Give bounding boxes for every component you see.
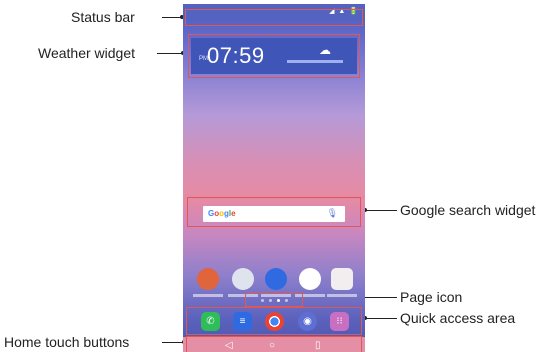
app-label	[193, 294, 223, 297]
label-home-touch-buttons: Home touch buttons	[4, 334, 130, 350]
app-icon-play-store[interactable]	[299, 268, 321, 290]
highlight-status-bar	[185, 9, 363, 26]
label-page-icon: Page icon	[400, 289, 463, 305]
highlight-page-icon	[245, 293, 303, 307]
leader-google-search-widget	[365, 210, 397, 211]
app-icon-my-account[interactable]	[232, 268, 254, 290]
label-google-search-widget: Google search widget	[400, 202, 536, 218]
leader-quick-access-area	[365, 318, 397, 319]
app-icon-my-shoe[interactable]	[197, 268, 219, 290]
label-quick-access-area: Quick access area	[400, 310, 516, 326]
label-weather-widget: Weather widget	[38, 45, 136, 61]
highlight-weather-widget	[188, 34, 360, 78]
highlight-google-search	[187, 197, 361, 227]
highlight-home-touch-buttons	[186, 336, 362, 352]
app-icon-google-folder[interactable]	[331, 268, 353, 290]
highlight-quick-access	[186, 307, 362, 335]
app-label	[327, 294, 357, 297]
leader-weather-widget	[157, 53, 183, 54]
phone-screen: ◢ ▲ 🔋 PM 07:59 ☁ Google 🎙 ✆ ≡ ◉ ⁝⁝ ◁ ○ ▯	[183, 4, 365, 352]
app-icon-duo[interactable]	[265, 268, 287, 290]
leader-home-touch-buttons	[162, 342, 184, 343]
label-status-bar: Status bar	[71, 9, 135, 25]
leader-status-bar	[162, 17, 182, 18]
